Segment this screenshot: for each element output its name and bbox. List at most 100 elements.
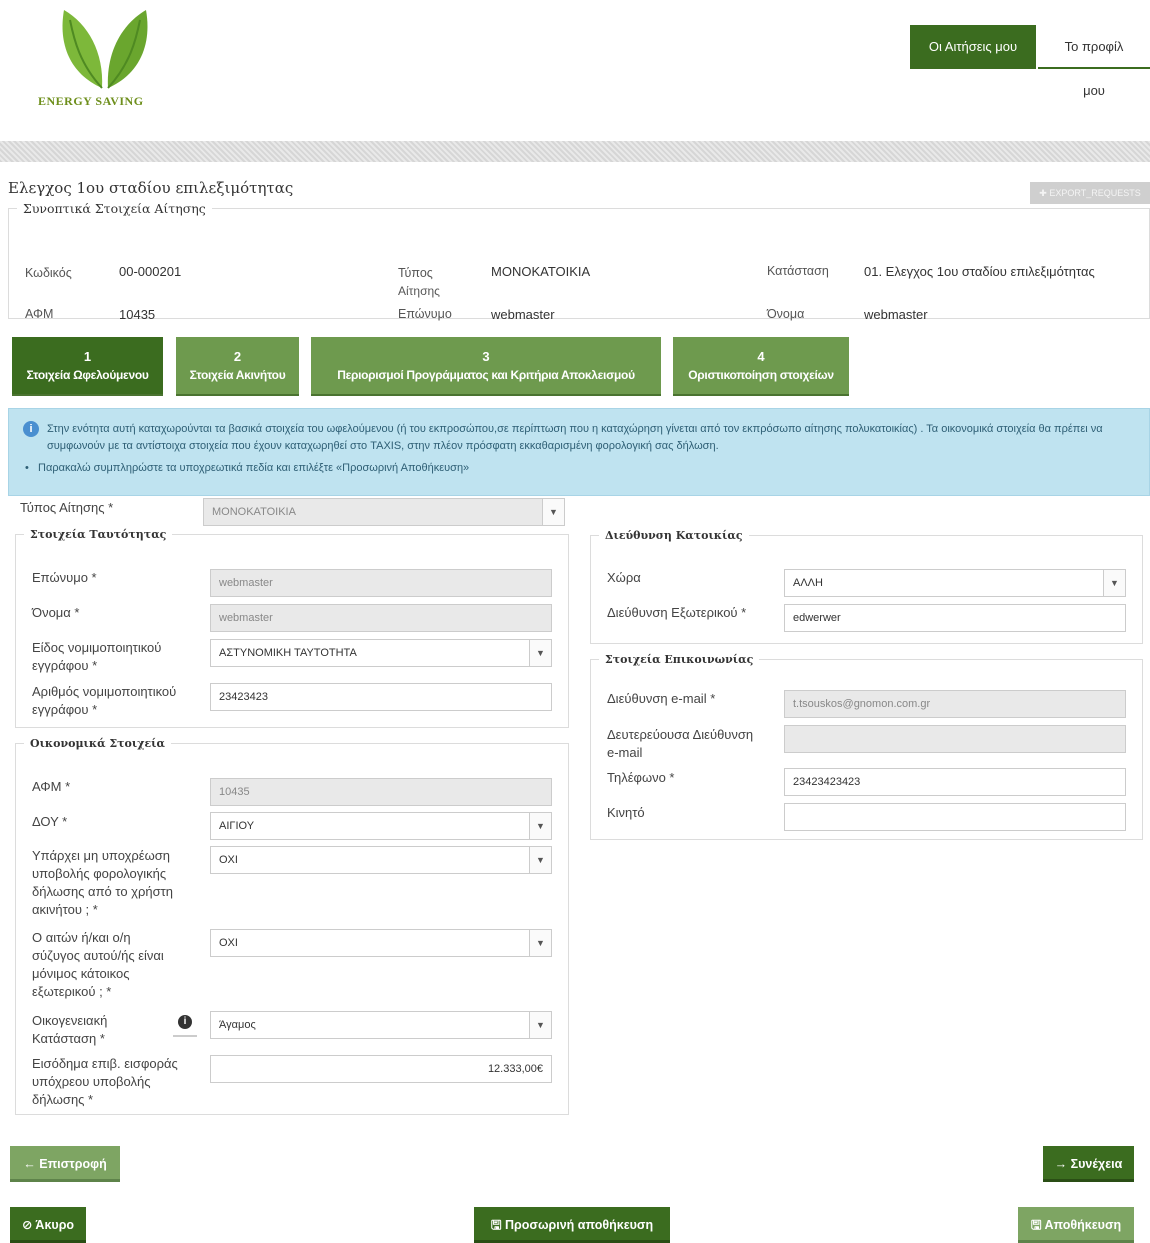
no-obligation-select[interactable]: ΟΧΙ ▼ (210, 846, 552, 874)
request-type-label: Τύπος Αίτησης * (20, 500, 114, 515)
marital-label-line1: Οικογενειακή (32, 1013, 108, 1028)
step-label: Στοιχεία Ακινήτου (189, 368, 286, 382)
page-title: Ελεγχος 1ου σταδίου επιλεξιμότητας (8, 179, 294, 197)
income-label-line3: δήλωσης * (32, 1092, 94, 1107)
save-button[interactable]: 🖫 Αποθήκευση (1018, 1207, 1134, 1243)
afm-field-label: ΑΦΜ * (32, 779, 71, 794)
foreign-address-field[interactable]: edwerwer (784, 604, 1126, 632)
email2-label: Δευτερεύουσα Διεύθυνση e-mail (607, 726, 753, 762)
country-label: Χώρα (607, 570, 641, 585)
step-label: Στοιχεία Ωφελούμενου (26, 368, 149, 382)
type-value: ΜΟΝΟΚΑΤΟΙΚΙΑ (491, 264, 591, 279)
doc-type-label-line1: Είδος νομιμοποιητικού (32, 640, 162, 655)
info-circle-icon: i (23, 421, 39, 437)
no-obligation-label-line3: δήλωσης από το χρήστη (32, 884, 174, 899)
mobile-field[interactable] (784, 803, 1126, 831)
no-obligation-label: Υπάρχει μη υποχρέωση υποβολής φορολογική… (32, 847, 173, 919)
code-value: 00-000201 (119, 264, 182, 279)
logo-text: ENERGY SAVING (38, 94, 144, 108)
chevron-down-icon: ▼ (529, 1012, 551, 1038)
email2-label-line2: e-mail (607, 745, 643, 760)
afm-field[interactable]: 10435 (210, 778, 552, 806)
resident-abroad-label: Ο αιτών ή/και ο/η σύζυγος αυτού/ής είναι… (32, 929, 164, 1001)
afm-value: 10435 (119, 307, 156, 322)
status-value: 01. Ελεγχος 1ου σταδίου επιλεξιμότητας (864, 264, 1095, 279)
info-text: Στην ενότητα αυτή καταχωρούνται τα βασικ… (47, 423, 1103, 452)
marital-label-line2: Κατάσταση * (32, 1031, 105, 1046)
summary-panel: Συνοπτικά Στοιχεία Αίτησης Κωδικός 00-00… (8, 201, 1150, 322)
name-field-label: Όνομα * (32, 605, 80, 620)
income-label: Εισόδημα επιβ. εισφοράς υπόχρεου υποβολή… (32, 1055, 178, 1109)
income-field[interactable]: 12.333,00€ (210, 1055, 552, 1083)
address-legend: Διεύθυνση Κατοικίας (605, 529, 743, 542)
step-label: Οριστικοποίηση στοιχείων (688, 368, 834, 382)
resident-abroad-value: ΟΧΙ (219, 937, 238, 949)
step-number: 1 (83, 349, 92, 364)
nav-my-applications[interactable]: Οι Αιτήσεις μου (910, 25, 1036, 69)
surname-field-label: Επώνυμο * (32, 570, 97, 585)
country-select[interactable]: ΑΛΛΗ ▼ (784, 569, 1126, 597)
resident-abroad-label-line1: Ο αιτών ή/και ο/η (32, 930, 131, 945)
cancel-button[interactable]: ⊘ Άκυρο (10, 1207, 86, 1243)
phone-field[interactable]: 23423423423 (784, 768, 1126, 796)
phone-label: Τηλέφωνο * (607, 770, 675, 785)
no-obligation-label-line1: Υπάρχει μη υποχρέωση (32, 848, 171, 863)
step-number: 4 (757, 349, 765, 364)
step-3-tab[interactable]: 3 Περιορισμοί Προγράμματος και Κριτήρια … (311, 337, 661, 396)
surname-value: webmaster (491, 307, 555, 322)
resident-abroad-select[interactable]: ΟΧΙ ▼ (210, 929, 552, 957)
chevron-down-icon: ▼ (529, 640, 551, 666)
request-type-value: ΜΟΝΟΚΑΤΟΙΚΙΑ (212, 506, 296, 518)
export-requests-label: EXPORT_REQUESTS (1049, 188, 1141, 198)
no-obligation-value: ΟΧΙ (219, 854, 238, 866)
name-field[interactable]: webmaster (210, 604, 552, 632)
step-number: 3 (482, 349, 490, 364)
resident-abroad-label-line3: μόνιμος κάτοικος (32, 966, 130, 981)
type-label-line2: Αίτησης (398, 284, 440, 298)
marital-label: Οικογενειακή Κατάσταση * (32, 1012, 107, 1048)
name-label: Όνομα (767, 307, 805, 321)
income-label-line1: Εισόδημα επιβ. εισφοράς (32, 1056, 178, 1071)
continue-button[interactable]: → Συνέχεια (1043, 1146, 1134, 1182)
help-info-icon: i (178, 1015, 192, 1029)
surname-label: Επώνυμο (398, 307, 452, 321)
marital-select[interactable]: Άγαμος ▼ (210, 1011, 552, 1039)
chevron-down-icon: ▼ (529, 847, 551, 873)
doy-field-label: ΔΟΥ * (32, 814, 68, 829)
doc-number-field[interactable]: 23423423 (210, 683, 552, 711)
step-4-tab[interactable]: 4 Οριστικοποίηση στοιχείων (673, 337, 849, 396)
marital-value: Άγαμος (219, 1019, 256, 1031)
surname-field[interactable]: webmaster (210, 569, 552, 597)
info-bullet-text: Παρακαλώ συμπληρώστε τα υποχρεωτικά πεδί… (38, 462, 470, 474)
summary-legend: Συνοπτικά Στοιχεία Αίτησης (23, 201, 206, 216)
no-obligation-label-line2: υποβολής φορολογικής (32, 866, 167, 881)
email-field[interactable]: t.tsouskos@gnomon.com.gr (784, 690, 1126, 718)
afm-label: ΑΦΜ (25, 307, 54, 321)
finance-legend: Οικονομικά Στοιχεία (30, 737, 165, 750)
request-type-select[interactable]: ΜΟΝΟΚΑΤΟΙΚΙΑ ▼ (203, 498, 565, 526)
contact-legend: Στοιχεία Επικοινωνίας (605, 653, 754, 666)
info-alert: i Στην ενότητα αυτή καταχωρούνται τα βασ… (8, 408, 1150, 496)
name-value: webmaster (864, 307, 928, 322)
doc-number-label-line2: εγγράφου * (32, 702, 98, 717)
back-button[interactable]: ← Επιστροφή (10, 1146, 120, 1182)
status-label: Κατάσταση (767, 264, 829, 278)
resident-abroad-label-line2: σύζυγος αυτού/ής είναι (32, 948, 164, 963)
no-obligation-label-line4: ακινήτου ; * (32, 902, 98, 917)
doc-number-label-line1: Αριθμός νομιμοποιητικού (32, 684, 177, 699)
doc-number-label: Αριθμός νομιμοποιητικού εγγράφου * (32, 683, 176, 719)
step-1-tab[interactable]: 1 Στοιχεία Ωφελούμενου (12, 337, 163, 396)
email2-field[interactable] (784, 725, 1126, 753)
resident-abroad-label-line4: εξωτερικού ; * (32, 984, 112, 999)
help-info-button[interactable]: i (173, 1013, 197, 1037)
step-2-tab[interactable]: 2 Στοιχεία Ακινήτου (176, 337, 299, 396)
doc-type-select[interactable]: ΑΣΤΥΝΟΜΙΚΗ ΤΑΥΤΟΤΗΤΑ ▼ (210, 639, 552, 667)
country-value: ΑΛΛΗ (793, 577, 823, 589)
temp-save-button[interactable]: 🖫 Προσωρινή αποθήκευση (474, 1207, 670, 1243)
identity-legend: Στοιχεία Ταυτότητας (30, 528, 167, 541)
doy-select[interactable]: ΑΙΓΙΟΥ ▼ (210, 812, 552, 840)
nav-my-profile[interactable]: Το προφίλ μου (1038, 25, 1150, 98)
chevron-down-icon: ▼ (529, 813, 551, 839)
code-label: Κωδικός (25, 266, 72, 280)
email-label: Διεύθυνση e-mail * (607, 691, 716, 706)
